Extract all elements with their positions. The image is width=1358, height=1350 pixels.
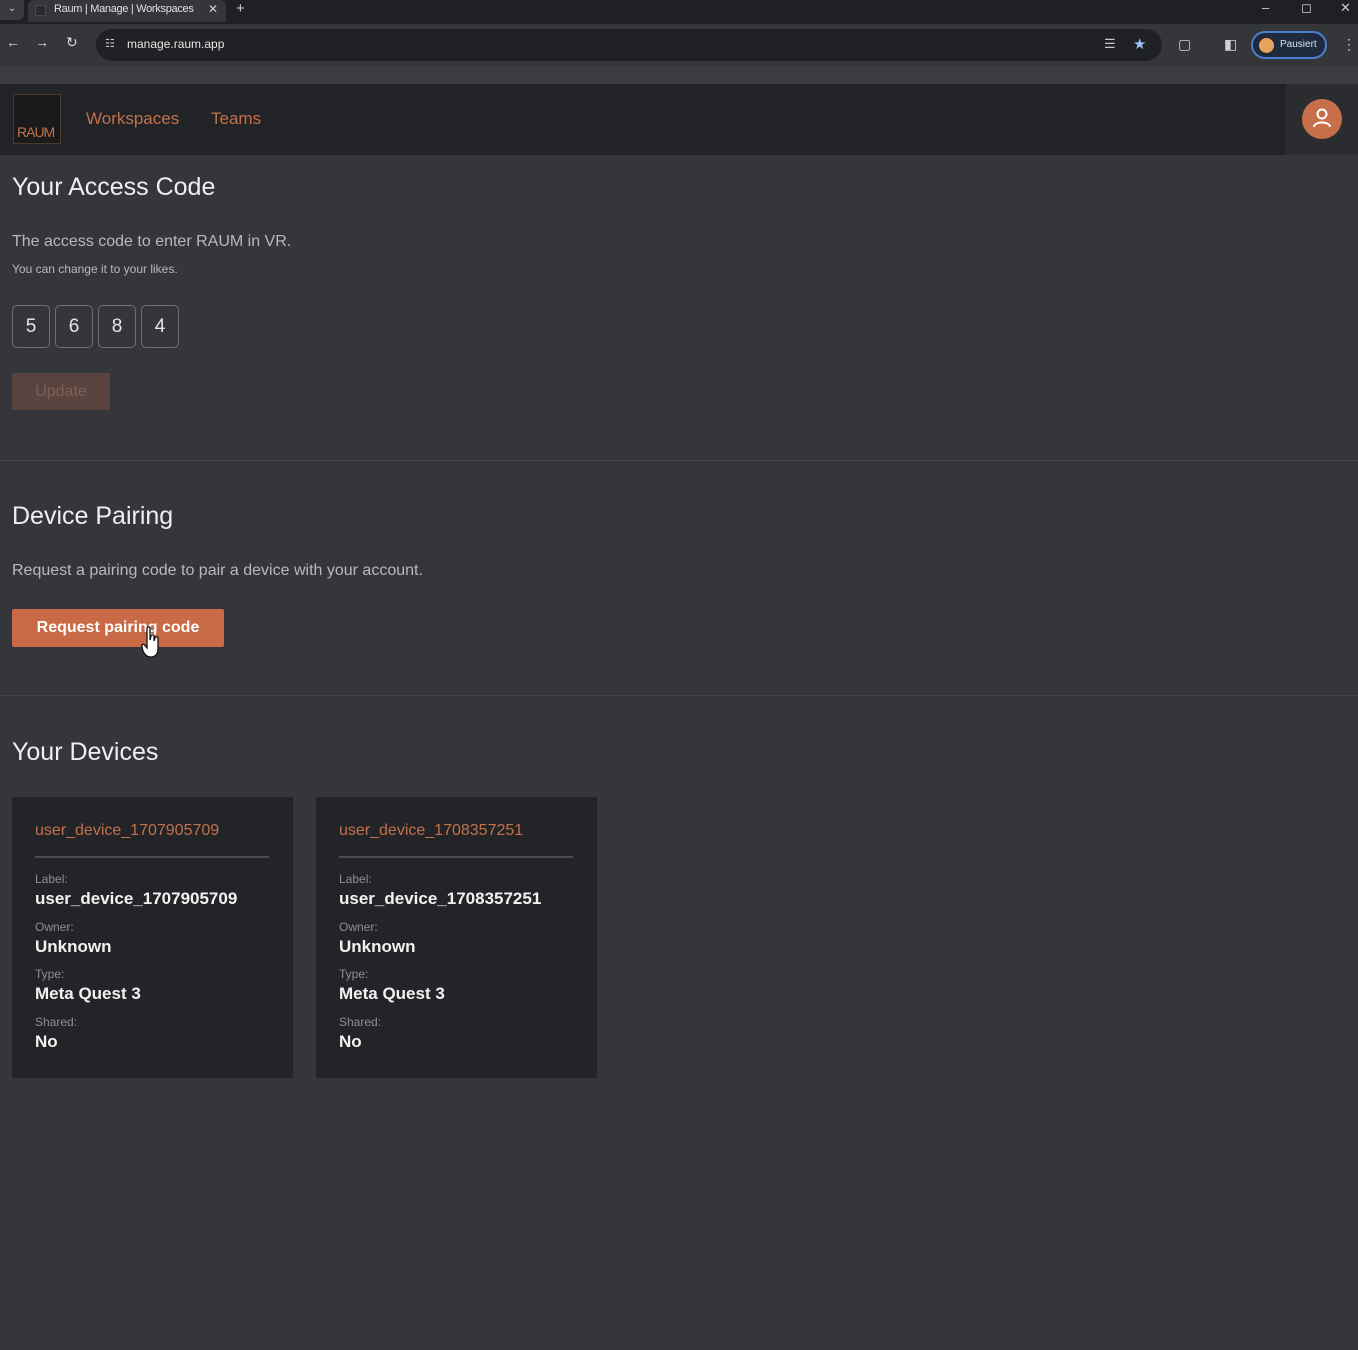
owner-field-label: Owner: (35, 920, 74, 934)
bookmarks-strip (0, 66, 1358, 84)
minimize-icon[interactable]: – (1262, 0, 1269, 15)
type-field-label: Type: (35, 967, 65, 981)
nav-teams[interactable]: Teams (211, 109, 261, 129)
side-panel-icon[interactable]: ◧ (1224, 36, 1237, 53)
access-code-title: Your Access Code (12, 173, 216, 201)
shared-field-value: No (339, 1032, 362, 1051)
site-info-icon[interactable]: ☷ (105, 37, 115, 50)
access-code-digit-4[interactable] (141, 305, 179, 348)
access-code-hint: You can change it to your likes. (12, 262, 178, 276)
window-close-icon[interactable]: ✕ (1340, 0, 1351, 16)
card-divider (35, 856, 269, 858)
hand-cursor-icon (141, 626, 159, 658)
logo-text: RAUM (17, 124, 55, 140)
access-code-digit-2[interactable] (55, 305, 93, 348)
request-pairing-code-button[interactable]: Request pairing code (12, 609, 224, 647)
section-divider (0, 695, 1358, 696)
label-field-label: Label: (35, 872, 68, 886)
forward-arrow-icon[interactable]: → (35, 34, 49, 50)
access-code-description: The access code to enter RAUM in VR. (12, 233, 292, 250)
device-card[interactable]: user_device_1708357251 Label: user_devic… (316, 797, 597, 1078)
section-divider (0, 460, 1358, 461)
shared-field-label: Shared: (35, 1015, 78, 1029)
device-card[interactable]: user_device_1707905709 Label: user_devic… (12, 797, 293, 1078)
owner-field-value: Unknown (35, 937, 112, 956)
tab-search-chevron-icon[interactable]: ⌄ (0, 0, 24, 20)
device-pairing-title: Device Pairing (12, 502, 174, 530)
owner-field-value: Unknown (339, 937, 416, 956)
type-field-value: Meta Quest 3 (339, 984, 445, 1003)
extensions-puzzle-icon[interactable]: ▢ (1178, 36, 1191, 53)
device-card-title[interactable]: user_device_1708357251 (339, 822, 523, 840)
owner-field-label: Owner: (339, 920, 378, 934)
browser-tab-strip: ⌄ Raum | Manage | Workspaces ✕ + – ◻ ✕ (0, 0, 1358, 24)
tab-title: Raum | Manage | Workspaces (54, 3, 194, 15)
your-devices-title: Your Devices (12, 738, 159, 766)
access-code-digit-3[interactable] (98, 305, 136, 348)
type-field-value: Meta Quest 3 (35, 984, 141, 1003)
address-bar[interactable]: ☷ manage.raum.app ☰ ★ (96, 29, 1162, 61)
profile-avatar-icon (1259, 38, 1274, 53)
browser-tab[interactable]: Raum | Manage | Workspaces ✕ (28, 0, 226, 22)
device-card-title[interactable]: user_device_1707905709 (35, 822, 219, 840)
bookmark-star-icon[interactable]: ★ (1133, 35, 1146, 53)
nav-workspaces[interactable]: Workspaces (86, 109, 179, 129)
favicon-icon (35, 5, 46, 16)
profile-button[interactable]: Pausiert (1251, 31, 1327, 59)
user-avatar-button[interactable] (1302, 99, 1342, 139)
browser-menu-icon[interactable]: ⋮ (1342, 36, 1356, 53)
card-divider (339, 856, 573, 858)
label-field-value: user_device_1708357251 (339, 889, 542, 908)
profile-label: Pausiert (1280, 39, 1317, 50)
url-text[interactable]: manage.raum.app (127, 37, 224, 51)
update-button[interactable]: Update (12, 373, 110, 410)
new-tab-plus-icon[interactable]: + (236, 0, 245, 17)
shared-field-label: Shared: (339, 1015, 382, 1029)
reload-icon[interactable]: ↻ (66, 34, 78, 51)
type-field-label: Type: (339, 967, 369, 981)
shared-field-value: No (35, 1032, 58, 1051)
device-pairing-description: Request a pairing code to pair a device … (12, 562, 423, 579)
close-tab-icon[interactable]: ✕ (208, 2, 218, 16)
back-arrow-icon[interactable]: ← (6, 34, 20, 50)
access-code-digit-1[interactable] (12, 305, 50, 348)
app-header (0, 84, 1286, 155)
user-icon (1313, 108, 1331, 128)
label-field-value: user_device_1707905709 (35, 889, 238, 908)
raum-logo[interactable]: RAUM (13, 94, 61, 144)
maximize-icon[interactable]: ◻ (1301, 0, 1312, 16)
translate-icon[interactable]: ☰ (1104, 36, 1116, 52)
label-field-label: Label: (339, 872, 372, 886)
